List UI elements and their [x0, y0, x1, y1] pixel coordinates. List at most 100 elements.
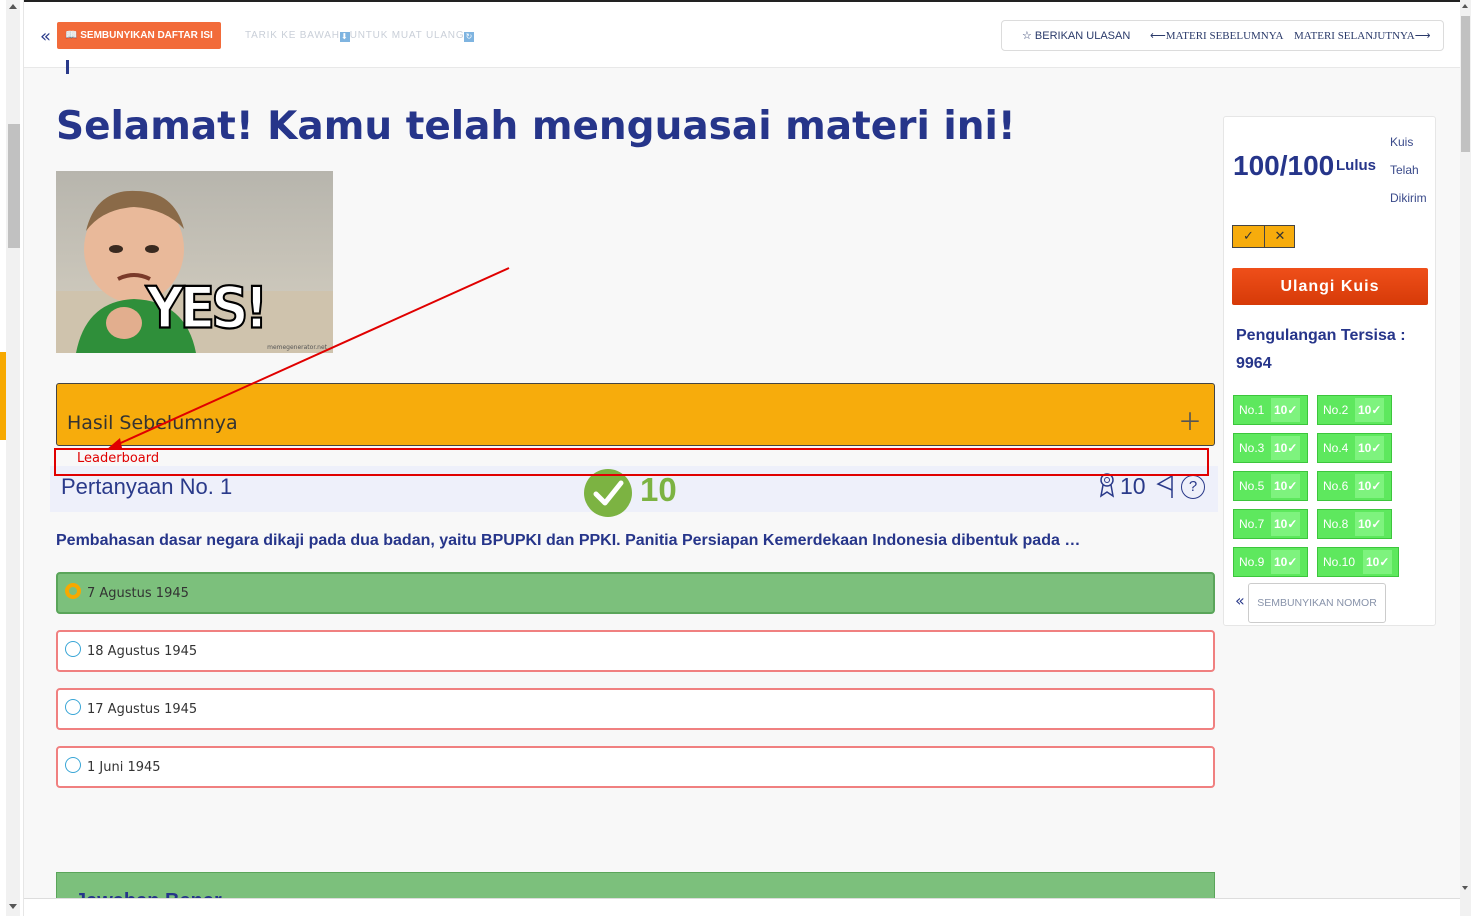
- left-accent-marker: [0, 352, 6, 440]
- correct-answer-label: Jawaban Benar: [75, 890, 222, 898]
- answer-option[interactable]: 7 Agustus 1945: [56, 572, 1215, 614]
- heading-fragment: [66, 60, 69, 74]
- left-scroll-down-icon[interactable]: [9, 904, 17, 909]
- answer-option[interactable]: 17 Agustus 1945: [56, 688, 1215, 730]
- question-number-label: No.7: [1239, 517, 1265, 531]
- question-number-label: No.1: [1239, 403, 1265, 417]
- question-number-label: No.9: [1239, 555, 1265, 569]
- material-nav: ☆ BERIKAN ULASAN ⟵MATERI SEBELUMNYA MATE…: [1001, 20, 1444, 51]
- quiz-sent-status: Kuis Telah Dikirim: [1390, 128, 1427, 212]
- pull-hint-text-a: TARIK KE BAWAH: [245, 30, 340, 41]
- quiz-sent-line: Dikirim: [1390, 191, 1427, 205]
- arrow-left-icon: ⟵: [1150, 30, 1166, 42]
- question-number-tile[interactable]: No.4 10✓: [1317, 433, 1392, 463]
- question-text: Pembahasan dasar negara dikaji pada dua …: [56, 532, 1081, 549]
- answer-option[interactable]: 18 Agustus 1945: [56, 630, 1215, 672]
- question-number-score: 10✓: [1271, 398, 1301, 422]
- refresh-icon: ↻: [464, 32, 475, 42]
- question-number-label: No.8: [1323, 517, 1349, 531]
- question-number-label: No.10: [1323, 555, 1356, 569]
- quiz-score: 100/100: [1233, 150, 1335, 181]
- answer-option-label: 17 Agustus 1945: [87, 702, 198, 717]
- question-number-score: 10✓: [1355, 512, 1385, 536]
- question-number-label: No.3: [1239, 441, 1265, 455]
- retry-quiz-button[interactable]: Ulangi Kuis: [1232, 268, 1428, 305]
- prev-material-label: MATERI SEBELUMNYA: [1165, 30, 1284, 42]
- remaining-attempts-label: Pengulangan Tersisa :: [1236, 327, 1406, 344]
- hide-numbers-button[interactable]: SEMBUNYIKAN NOMOR: [1248, 583, 1386, 623]
- page-title: Selamat! Kamu telah menguasai materi ini…: [56, 104, 1016, 149]
- remaining-attempts-value: 9964: [1236, 355, 1272, 372]
- question-number-score: 10✓: [1355, 398, 1385, 422]
- question-score: 10: [640, 471, 677, 508]
- question-number-score: 10✓: [1355, 474, 1385, 498]
- question-number-tile[interactable]: No.8 10✓: [1317, 509, 1392, 539]
- answer-option[interactable]: 1 Juni 1945: [56, 746, 1215, 788]
- question-number-tile[interactable]: No.7 10✓: [1233, 509, 1308, 539]
- right-scrollbar-thumb[interactable]: [1461, 16, 1470, 152]
- question-number-tile[interactable]: No.2 10✓: [1317, 395, 1392, 425]
- question-number-label: No.4: [1323, 441, 1349, 455]
- leaderboard-label: Leaderboard: [77, 451, 160, 466]
- meme-caption: YES!: [145, 275, 269, 343]
- question-number-score: 10✓: [1363, 550, 1393, 574]
- question-number-score: 10✓: [1271, 550, 1301, 574]
- question-number-score: 10✓: [1271, 474, 1301, 498]
- radio-button[interactable]: [65, 583, 81, 599]
- leaderboard-annotation-box: Leaderboard: [54, 448, 1209, 476]
- correct-answer-panel: Jawaban Benar: [56, 872, 1215, 898]
- question-number-tile[interactable]: No.5 10✓: [1233, 471, 1308, 501]
- double-chevron-left-icon[interactable]: «: [40, 26, 51, 47]
- question-points: 10: [1120, 473, 1146, 499]
- question-number-score: 10✓: [1355, 436, 1385, 460]
- prev-material-link[interactable]: ⟵MATERI SEBELUMNYA: [1150, 29, 1283, 42]
- question-number-score: 10✓: [1271, 512, 1301, 536]
- answer-option-label: 7 Agustus 1945: [87, 586, 189, 601]
- success-meme-image: YES! memegenerator.net: [56, 171, 333, 353]
- cross-icon[interactable]: ✕: [1264, 226, 1295, 247]
- quiz-summary-panel: 100/100 Lulus Kuis Telah Dikirim ✓ ✕ Ula…: [1223, 116, 1436, 626]
- answer-filter-toggle: ✓ ✕: [1232, 225, 1295, 248]
- answer-option-label: 1 Juni 1945: [87, 760, 161, 775]
- hide-toc-button[interactable]: 📖 SEMBUNYIKAN DAFTAR ISI: [57, 22, 221, 49]
- question-number-tile[interactable]: No.6 10✓: [1317, 471, 1392, 501]
- radio-button[interactable]: [65, 757, 81, 773]
- plus-icon[interactable]: ＋: [1178, 410, 1202, 434]
- left-scrollbar-thumb[interactable]: [8, 124, 20, 248]
- quiz-sent-line: Kuis: [1390, 135, 1414, 149]
- next-material-label: MATERI SELANJUTNYA: [1294, 30, 1415, 42]
- pass-status: Lulus: [1336, 157, 1376, 174]
- check-circle-icon: [584, 469, 632, 517]
- check-icon[interactable]: ✓: [1233, 226, 1264, 247]
- arrow-down-icon: ⬇: [339, 32, 350, 42]
- question-number-tile[interactable]: No.1 10✓: [1233, 395, 1308, 425]
- question-number-label: No.2: [1323, 403, 1349, 417]
- review-button[interactable]: ☆ BERIKAN ULASAN: [1022, 29, 1130, 42]
- remaining-attempts: Pengulangan Tersisa : 9964: [1236, 322, 1406, 378]
- previous-results-accordion[interactable]: Hasil Sebelumnya ＋: [56, 383, 1215, 446]
- flag-icon[interactable]: [1154, 472, 1176, 500]
- answer-option-label: 18 Agustus 1945: [87, 644, 198, 659]
- question-number-tile[interactable]: No.9 10✓: [1233, 547, 1308, 577]
- question-number-label: No.5: [1239, 479, 1265, 493]
- top-toolbar: « 📖 SEMBUNYIKAN DAFTAR ISI TARIK KE BAWA…: [24, 0, 1460, 68]
- pull-hint-text-b: UNTUK MUAT ULANG: [349, 30, 465, 41]
- left-scroll-up-icon[interactable]: [9, 4, 17, 9]
- help-icon[interactable]: ?: [1181, 475, 1205, 499]
- arrow-right-icon: ⟶: [1414, 30, 1431, 42]
- bottom-edge: [24, 898, 1460, 916]
- question-title: Pertanyaan No. 1: [61, 474, 233, 499]
- pull-to-refresh-hint: TARIK KE BAWAH⬇UNTUK MUAT ULANG↻: [245, 30, 475, 42]
- quiz-sent-line: Telah: [1390, 163, 1419, 177]
- question-number-tile[interactable]: No.10 10✓: [1317, 547, 1399, 577]
- question-number-score: 10✓: [1271, 436, 1301, 460]
- right-scroll-up-icon[interactable]: [1462, 4, 1468, 8]
- question-number-tile[interactable]: No.3 10✓: [1233, 433, 1308, 463]
- right-scroll-down-icon[interactable]: [1462, 886, 1468, 890]
- radio-button[interactable]: [65, 641, 81, 657]
- meme-credit: memegenerator.net: [267, 344, 327, 351]
- double-chevron-left-icon[interactable]: «: [1235, 591, 1245, 610]
- radio-button[interactable]: [65, 699, 81, 715]
- question-number-label: No.6: [1323, 479, 1349, 493]
- next-material-link[interactable]: MATERI SELANJUTNYA⟶: [1294, 29, 1430, 42]
